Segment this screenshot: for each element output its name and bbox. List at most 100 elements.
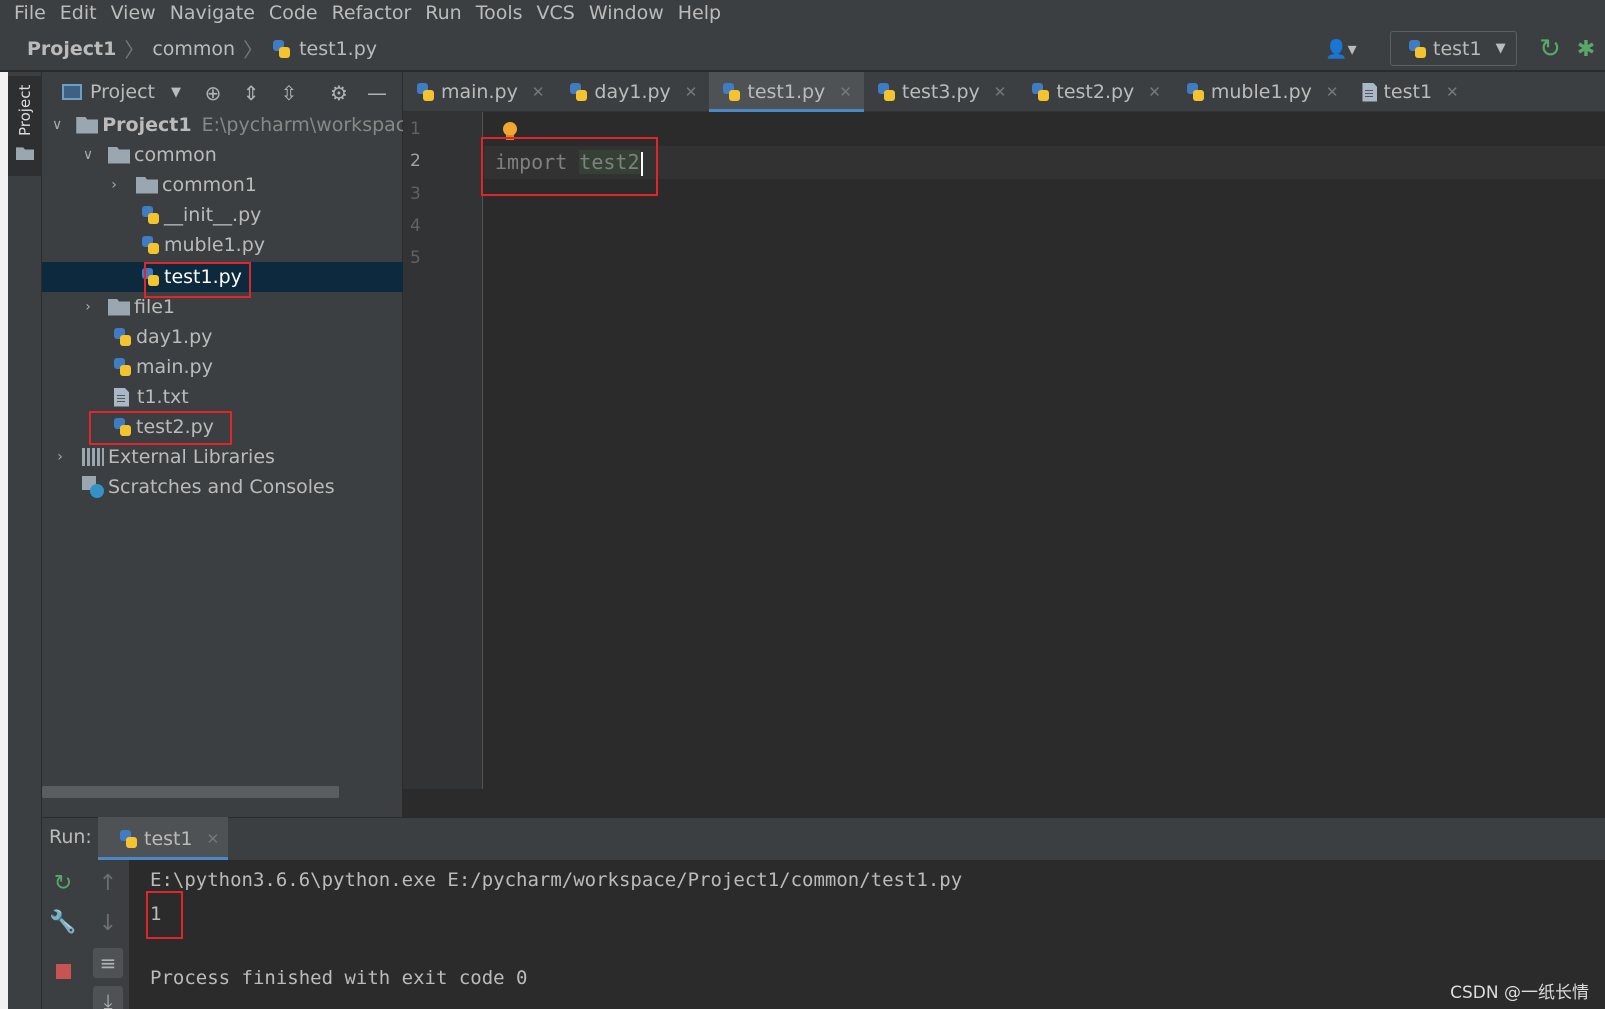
arrow-up-icon[interactable]: ↑	[93, 868, 123, 898]
navigation-bar: Project1 〉 common 〉 test1.py 👤▾ test1 ▼ …	[0, 26, 1605, 71]
gear-icon[interactable]: ⚙	[326, 80, 352, 106]
folder-icon	[108, 146, 130, 164]
rerun-icon[interactable]: ↻	[48, 868, 78, 898]
close-icon[interactable]: ✕	[1446, 83, 1459, 101]
tab-main-py[interactable]: main.py ✕	[403, 72, 556, 112]
tree-item-label: day1.py	[136, 326, 213, 348]
close-icon[interactable]: ✕	[532, 83, 545, 101]
close-icon[interactable]: ✕	[994, 83, 1007, 101]
folder-icon	[108, 298, 130, 316]
tab-day1-py[interactable]: day1.py ✕	[556, 72, 709, 112]
breadcrumb-folder[interactable]: common	[152, 38, 235, 60]
menu-run[interactable]: Run	[418, 2, 468, 24]
scroll-to-end-icon[interactable]: ⤓	[93, 986, 123, 1009]
folder-icon	[76, 116, 99, 134]
tab-label: test2.py	[1056, 81, 1135, 103]
menu-navigate[interactable]: Navigate	[163, 2, 262, 24]
menu-window[interactable]: Window	[582, 2, 671, 24]
tree-item-muble1-py[interactable]: muble1.py	[42, 230, 403, 260]
arrow-down-icon[interactable]: ↓	[93, 908, 123, 938]
tab-test1[interactable]: test1 ✕	[1350, 72, 1470, 112]
menu-help[interactable]: Help	[671, 2, 728, 24]
tree-item-t1-txt[interactable]: t1.txt	[42, 382, 403, 412]
run-configuration-select[interactable]: test1 ▼	[1390, 31, 1517, 66]
tree-item-day1-py[interactable]: day1.py	[42, 322, 403, 352]
python-file-icon	[1030, 82, 1050, 102]
console-command-line: E:\python3.6.6\python.exe E:/pycharm/wor…	[150, 869, 963, 891]
close-icon[interactable]: ✕	[1148, 83, 1161, 101]
chevron-down-icon[interactable]: ∨	[52, 110, 62, 140]
collapse-all-icon[interactable]: ⇳	[276, 80, 302, 106]
close-icon[interactable]: ✕	[839, 83, 852, 101]
tree-item-common1[interactable]: › common1	[42, 170, 403, 200]
library-icon	[82, 448, 104, 466]
tab-test1-py[interactable]: test1.py ✕	[709, 72, 864, 112]
expand-all-icon[interactable]: ⇕	[238, 80, 264, 106]
text-file-icon	[114, 387, 129, 407]
debug-icon[interactable]: ✱	[1571, 34, 1601, 64]
close-icon[interactable]: ✕	[1326, 83, 1339, 101]
python-file-icon	[140, 205, 160, 225]
stop-icon[interactable]	[48, 956, 78, 986]
lightbulb-icon[interactable]	[503, 122, 517, 136]
folder-icon	[136, 176, 158, 194]
project-view-icon	[62, 84, 82, 100]
editor-gutter	[403, 112, 483, 789]
chevron-right-icon[interactable]: ›	[80, 292, 96, 322]
tab-test3-py[interactable]: test3.py ✕	[864, 72, 1019, 112]
python-file-icon	[568, 82, 588, 102]
watermark-text: CSDN @一纸长情	[1450, 983, 1589, 1003]
breadcrumb-project[interactable]: Project1	[27, 38, 116, 60]
python-file-icon	[876, 82, 896, 102]
editor-tab-bar: main.py ✕ day1.py ✕ test1.py ✕ test3.py …	[403, 72, 1605, 112]
tree-item-label: Project1	[102, 114, 192, 136]
chevron-right-icon: 〉	[124, 38, 145, 62]
line-number: 2	[410, 151, 421, 171]
python-file-icon	[140, 235, 160, 255]
menu-view[interactable]: View	[104, 2, 163, 24]
close-icon[interactable]: ✕	[207, 830, 220, 848]
chevron-right-icon[interactable]: ›	[106, 170, 122, 200]
tab-label: test1.py	[747, 81, 826, 103]
project-view-selector[interactable]: Project ▼	[62, 79, 181, 105]
locate-icon[interactable]: ⊕	[200, 80, 226, 106]
highlight-box	[89, 411, 232, 445]
code-editor[interactable]	[484, 112, 1605, 789]
text-file-icon	[1362, 82, 1378, 102]
tree-item-main-py[interactable]: main.py	[42, 352, 403, 382]
chevron-right-icon: 〉	[243, 38, 264, 62]
project-tool-label[interactable]: Project	[10, 80, 40, 140]
wrench-icon[interactable]: 🔧	[48, 907, 78, 937]
tree-item-external-libraries[interactable]: › External Libraries	[42, 442, 403, 472]
menu-file[interactable]: File	[14, 2, 53, 24]
chevron-down-icon: ▼	[171, 84, 182, 100]
user-icon[interactable]: 👤▾	[1320, 36, 1362, 62]
line-number: 4	[410, 216, 421, 236]
tree-item-init-py[interactable]: __init__.py	[42, 200, 403, 230]
chevron-right-icon[interactable]: ›	[52, 442, 68, 472]
tree-item-label: __init__.py	[164, 204, 262, 226]
menu-edit[interactable]: Edit	[53, 2, 104, 24]
run-panel-label: Run:	[49, 826, 92, 848]
menu-code[interactable]: Code	[262, 2, 325, 24]
menu-refactor[interactable]: Refactor	[325, 2, 419, 24]
python-file-icon	[721, 82, 741, 102]
tree-item-common[interactable]: ∨ common	[42, 140, 403, 170]
highlight-box	[144, 262, 251, 298]
tree-item-scratches[interactable]: Scratches and Consoles	[42, 472, 403, 502]
chevron-down-icon[interactable]: ∨	[80, 140, 96, 170]
horizontal-scrollbar[interactable]	[42, 786, 339, 798]
menu-vcs[interactable]: VCS	[530, 2, 582, 24]
breadcrumb-file[interactable]: test1.py	[299, 38, 377, 60]
run-tab[interactable]: test1 ✕	[98, 817, 228, 860]
tab-test2-py[interactable]: test2.py ✕	[1018, 72, 1173, 112]
rerun-icon[interactable]: ↻	[1535, 34, 1565, 64]
menu-tools[interactable]: Tools	[469, 2, 530, 24]
close-icon[interactable]: ✕	[685, 83, 698, 101]
tab-label: day1.py	[594, 81, 671, 103]
soft-wrap-icon[interactable]: ≡	[93, 948, 123, 978]
tree-item-project1[interactable]: ∨ Project1 E:\pycharm\workspace\P	[42, 110, 403, 140]
minimize-icon[interactable]: —	[364, 80, 390, 106]
tab-label: test3.py	[901, 81, 980, 103]
tab-muble1-py[interactable]: muble1.py ✕	[1173, 72, 1351, 112]
